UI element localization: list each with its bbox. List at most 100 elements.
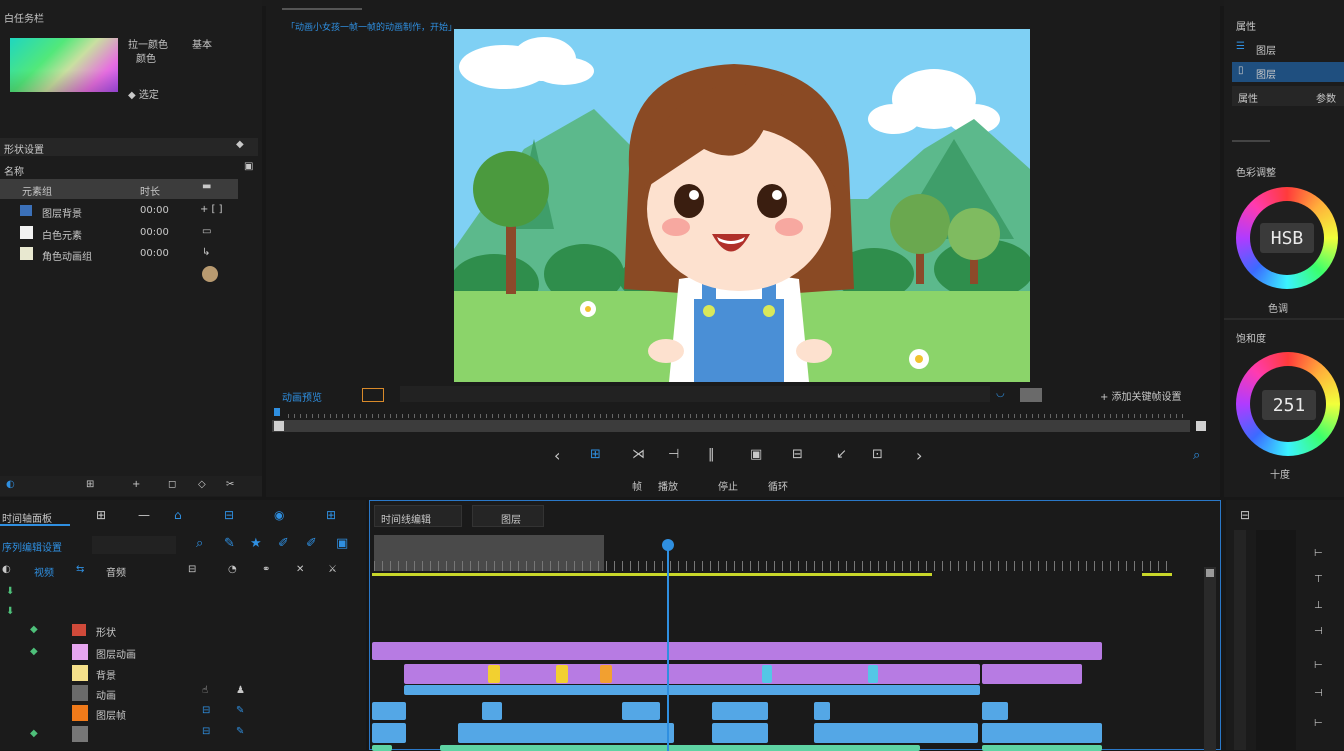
clip[interactable] <box>814 702 830 720</box>
pen-tool-icon[interactable]: ◇ <box>198 479 206 490</box>
track-row[interactable]: 图层帧 ⊟ ✎ <box>0 703 366 723</box>
col-icon-b[interactable]: ◔ <box>228 564 237 575</box>
clip[interactable] <box>458 723 674 743</box>
collapse-icon[interactable]: ◆ <box>236 139 244 150</box>
track-row[interactable]: 背景 <box>0 663 366 683</box>
grid-icon[interactable]: ⊞ <box>590 447 601 462</box>
loop-icon[interactable]: ⊡ <box>872 447 883 462</box>
hue-dial[interactable]: HSB <box>1236 187 1338 289</box>
playhead-marker[interactable] <box>274 408 280 416</box>
track-row[interactable]: ◆ 图层动画 <box>0 642 366 662</box>
star-icon[interactable]: ★ <box>250 536 262 551</box>
list-item[interactable]: 图层背景 00:00 + [ ] <box>0 201 238 221</box>
tab-editing[interactable]: 时间线编辑 <box>374 505 462 527</box>
list-item[interactable]: 角色动画组 00:00 ↳ <box>0 244 238 264</box>
tab-layers[interactable]: 图层 <box>472 505 544 527</box>
search-icon[interactable]: ⌕ <box>196 536 203 551</box>
link-icon[interactable]: ↳ <box>202 247 210 258</box>
color-swatch[interactable] <box>10 38 118 92</box>
panel-icon-3[interactable]: ⌂ <box>174 508 182 522</box>
work-area-bar[interactable] <box>372 573 932 576</box>
pen-icon[interactable]: ✐ <box>278 536 289 551</box>
next-icon[interactable]: › <box>916 446 922 465</box>
track-row[interactable]: ◆ ⊟ ✎ <box>0 724 366 744</box>
hand-icon[interactable]: ☝ <box>202 685 208 696</box>
track-row[interactable]: 动画 ☝ ♟ <box>0 683 366 703</box>
clip[interactable] <box>622 702 660 720</box>
scrollbar-thumb[interactable] <box>1206 569 1214 577</box>
cut-tool-icon[interactable]: ✂ <box>226 479 234 490</box>
minus-icon[interactable]: ▬ <box>202 181 211 192</box>
option-row-selected[interactable]: ▯ 图层 <box>1232 62 1344 82</box>
clip[interactable] <box>982 745 1102 751</box>
col-icon-d[interactable]: ✕ <box>296 564 304 575</box>
saturation-dial[interactable]: 251 <box>1236 352 1340 456</box>
panel-icon-6[interactable]: ⊞ <box>326 508 336 522</box>
fx-icon[interactable]: ⊟ <box>202 726 210 737</box>
brush-icon[interactable]: ✐ <box>306 536 317 551</box>
option-row[interactable]: ☰ 图层 <box>1232 38 1344 58</box>
step-forward-icon[interactable]: ↙ <box>836 447 847 462</box>
clip-strip[interactable] <box>404 685 980 695</box>
lock-icon[interactable]: ◆ <box>30 624 38 635</box>
timeline-tracks[interactable]: 时间线编辑 图层 <box>369 500 1221 751</box>
pause-icon[interactable]: ‖ <box>708 447 715 462</box>
col-icon-e[interactable]: ⚔ <box>328 564 337 575</box>
clip[interactable] <box>440 745 920 751</box>
col-icon-a[interactable]: ⊟ <box>188 564 196 575</box>
circle-tool-icon[interactable]: ◐ <box>6 479 15 490</box>
eye-icon[interactable]: ◐ <box>2 564 11 575</box>
pin-icon[interactable]: ⬇ <box>6 586 14 597</box>
panel-icon-4[interactable]: ⊟ <box>224 508 234 522</box>
sequence-field[interactable] <box>92 536 176 554</box>
panel-icon-2[interactable]: — <box>138 508 150 522</box>
clip[interactable] <box>982 664 1082 684</box>
bag-icon[interactable]: ▣ <box>336 536 348 551</box>
preview-canvas[interactable] <box>454 29 1030 382</box>
settings-label[interactable]: + 添加关键帧设置 <box>1100 388 1182 403</box>
clip[interactable] <box>372 723 406 743</box>
col-icon-c[interactable]: ⚭ <box>262 564 270 575</box>
insert-icon[interactable]: ⊣ <box>668 447 679 462</box>
clip[interactable] <box>712 723 768 743</box>
step-back-icon[interactable]: ⋊ <box>632 447 645 462</box>
scrub-start-icon[interactable] <box>274 421 284 431</box>
work-area-bar[interactable] <box>1142 573 1172 576</box>
add-icon[interactable]: + [ ] <box>200 204 223 215</box>
lock-icon[interactable]: ◆ <box>30 728 38 739</box>
toggle-icon[interactable] <box>1020 388 1042 402</box>
lock-icon[interactable]: ◆ <box>30 646 38 657</box>
scrub-area[interactable] <box>400 386 990 402</box>
clip[interactable] <box>482 702 502 720</box>
frame-icon[interactable]: ▭ <box>202 226 211 237</box>
square-icon[interactable]: ▣ <box>244 161 253 172</box>
timeline-subtitle[interactable]: 序列编辑设置 <box>2 539 62 554</box>
avatar-icon[interactable] <box>202 266 218 282</box>
list-item[interactable]: 白色元素 00:00 ▭ <box>0 223 238 243</box>
clip[interactable] <box>712 702 768 720</box>
clip[interactable] <box>372 702 406 720</box>
clip[interactable] <box>372 642 1102 660</box>
scrub-end-icon[interactable] <box>1196 421 1206 431</box>
panel-icon-5[interactable]: ◉ <box>274 508 284 522</box>
tag-icon[interactable]: ✎ <box>224 536 235 551</box>
option-row[interactable]: 属性 参数 <box>1232 86 1344 106</box>
pen-icon[interactable]: ✎ <box>236 705 244 716</box>
prev-icon[interactable]: ‹ <box>554 446 560 465</box>
mark-icon[interactable]: ⊟ <box>792 447 803 462</box>
panel-icon-1[interactable]: ⊞ <box>96 508 106 522</box>
grid-tool-icon[interactable]: ⊞ <box>86 479 94 490</box>
add-tool-icon[interactable]: + <box>132 479 140 490</box>
pen-icon[interactable]: ✎ <box>236 726 244 737</box>
preview-scrubber[interactable] <box>272 420 1190 432</box>
clip[interactable] <box>814 723 978 743</box>
pin-icon[interactable]: ⬇ <box>6 606 14 617</box>
fit-icon[interactable] <box>362 388 384 402</box>
fx-icon[interactable]: ⊟ <box>202 705 210 716</box>
track-row[interactable]: ◆ 形状 <box>0 620 366 640</box>
mixer-icon[interactable]: ⊟ <box>1240 508 1250 522</box>
clip[interactable] <box>372 745 392 751</box>
clip[interactable] <box>982 702 1008 720</box>
playhead-handle[interactable] <box>662 539 674 551</box>
zoom-icon[interactable]: ⌕ <box>1193 448 1200 463</box>
